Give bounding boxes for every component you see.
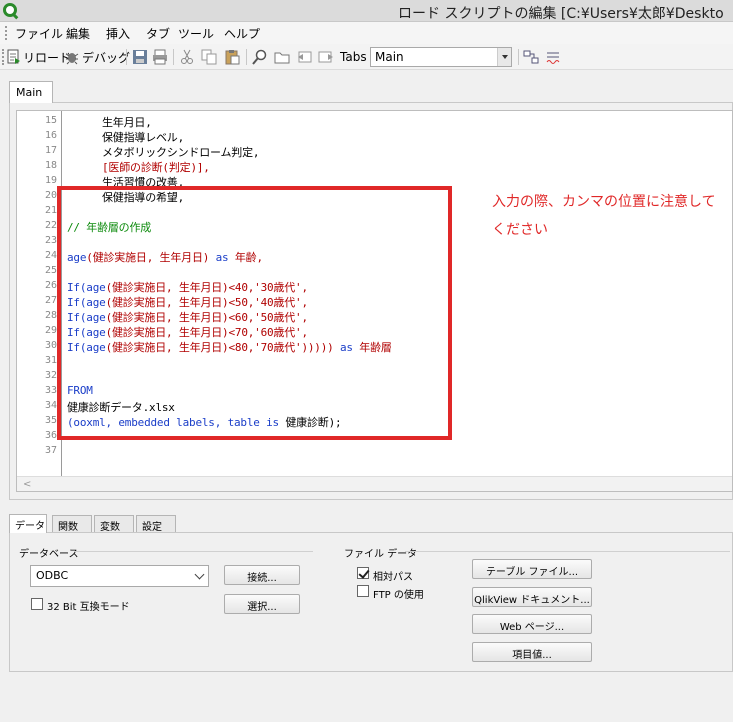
reload-button[interactable]: リロード	[7, 48, 71, 66]
select-button[interactable]: 選択...	[224, 594, 300, 614]
line-number: 25	[44, 265, 57, 276]
tabs-label: Tabs	[340, 50, 367, 64]
toolbar-separator	[246, 49, 247, 65]
line-number: 37	[44, 445, 57, 456]
tab-settings[interactable]: 設定	[136, 515, 176, 533]
tab-main[interactable]: Main	[9, 81, 53, 103]
connect-button[interactable]: 接続...	[224, 565, 300, 585]
toolbar-separator	[173, 49, 174, 65]
line-number: 36	[44, 430, 57, 441]
menubar-grip-icon	[5, 26, 8, 40]
table-file-button[interactable]: テーブル ファイル...	[472, 559, 592, 579]
line-number: 30	[44, 340, 57, 351]
code-line: [医師の診断(判定)],	[102, 161, 210, 174]
scroll-left-icon[interactable]: <	[23, 479, 31, 490]
line-number: 27	[44, 295, 57, 306]
debug-label: デバッグ	[82, 50, 131, 65]
menu-edit[interactable]: 編集	[66, 25, 90, 42]
chevron-down-icon[interactable]	[194, 569, 205, 580]
chevron-down-icon[interactable]	[497, 48, 511, 66]
qlikview-app-icon	[3, 3, 17, 17]
highlight-annotation-box	[57, 186, 452, 440]
relative-path-checkbox[interactable]	[357, 567, 369, 579]
group-divider	[75, 551, 313, 552]
tabs-dropdown[interactable]: Main	[370, 47, 512, 67]
debug-bug-icon	[65, 53, 79, 65]
copy-icon[interactable]	[201, 49, 217, 65]
group-divider	[405, 551, 730, 552]
line-number: 31	[44, 355, 57, 366]
toolbar-grip-icon	[2, 49, 5, 65]
menu-file[interactable]: ファイル	[15, 25, 63, 42]
ftp-checkbox[interactable]	[357, 585, 369, 597]
line-number: 34	[44, 400, 57, 411]
menu-bar: ファイル 編集 挿入 タブ ツール ヘルプ	[0, 22, 733, 44]
database-connection-value: ODBC	[36, 569, 69, 582]
cut-icon[interactable]	[179, 49, 195, 65]
code-line: 保健指導レベル,	[102, 131, 185, 144]
search-icon[interactable]	[252, 49, 268, 65]
line-number: 28	[44, 310, 57, 321]
tab-data[interactable]: データ	[9, 514, 47, 533]
line-number: 24	[44, 250, 57, 261]
line-number: 22	[44, 220, 57, 231]
tab-functions[interactable]: 関数	[52, 515, 92, 533]
line-number: 16	[44, 130, 57, 141]
line-number: 32	[44, 370, 57, 381]
line-number: 20	[44, 190, 57, 201]
line-number-gutter: 15 16 17 18 19 20 21 22 23 24 25 26 27 2…	[17, 111, 62, 476]
tabs-dropdown-value: Main	[375, 50, 404, 64]
window-title: ロード スクリプトの編集 [C:¥Users¥太郎¥Deskto	[398, 6, 724, 22]
line-number: 29	[44, 325, 57, 336]
tab-right-icon[interactable]	[318, 49, 334, 65]
menu-help[interactable]: ヘルプ	[224, 25, 260, 42]
field-value-button[interactable]: 項目値...	[472, 642, 592, 662]
syntax-check-icon[interactable]	[545, 49, 561, 65]
tab-left-icon[interactable]	[296, 49, 312, 65]
line-number: 23	[44, 235, 57, 246]
folder-icon[interactable]	[274, 49, 290, 65]
line-number: 35	[44, 415, 57, 426]
table-viewer-icon[interactable]	[523, 49, 539, 65]
toolbar: リロード デバッグ Tabs Main	[0, 44, 733, 70]
line-number: 33	[44, 385, 57, 396]
relative-path-label: 相対パス	[373, 572, 413, 583]
web-page-button[interactable]: Web ページ...	[472, 614, 592, 634]
paste-icon[interactable]	[224, 49, 240, 65]
line-number: 18	[44, 160, 57, 171]
line-number: 26	[44, 280, 57, 291]
menu-tools[interactable]: ツール	[178, 25, 214, 42]
database-group-label: データベース	[19, 549, 79, 560]
line-number: 17	[44, 145, 57, 156]
line-number: 15	[44, 115, 57, 126]
ftp-label: FTP の使用	[373, 590, 424, 601]
line-number: 19	[44, 175, 57, 186]
menu-insert[interactable]: 挿入	[106, 25, 130, 42]
reload-icon	[7, 49, 20, 64]
code-line: 生年月日,	[102, 116, 152, 129]
menu-tab[interactable]: タブ	[146, 25, 170, 42]
debug-button[interactable]: デバッグ	[64, 48, 130, 66]
compat-mode-label: 32 Bit 互換モード	[47, 602, 130, 613]
annotation-note: 入力の際、カンマの位置に注意して ください	[492, 188, 733, 244]
toolbar-separator	[518, 49, 519, 65]
annotation-line: 入力の際、カンマの位置に注意して	[492, 194, 716, 210]
title-bar: ロード スクリプトの編集 [C:¥Users¥太郎¥Deskto	[0, 0, 733, 22]
horizontal-scrollbar[interactable]: <	[17, 476, 732, 491]
database-connection-select[interactable]: ODBC	[30, 565, 209, 587]
tab-variables[interactable]: 変数	[94, 515, 134, 533]
qlikview-document-button[interactable]: QlikView ドキュメント...	[472, 587, 592, 607]
toolbar-separator	[126, 49, 127, 65]
print-icon[interactable]	[152, 49, 168, 65]
compat-mode-checkbox[interactable]	[31, 598, 43, 610]
code-line: メタボリックシンドローム判定,	[102, 146, 260, 159]
annotation-line: ください	[492, 222, 548, 238]
save-icon[interactable]	[132, 49, 148, 65]
line-number: 21	[44, 205, 57, 216]
file-data-group-label: ファイル データ	[344, 549, 418, 560]
